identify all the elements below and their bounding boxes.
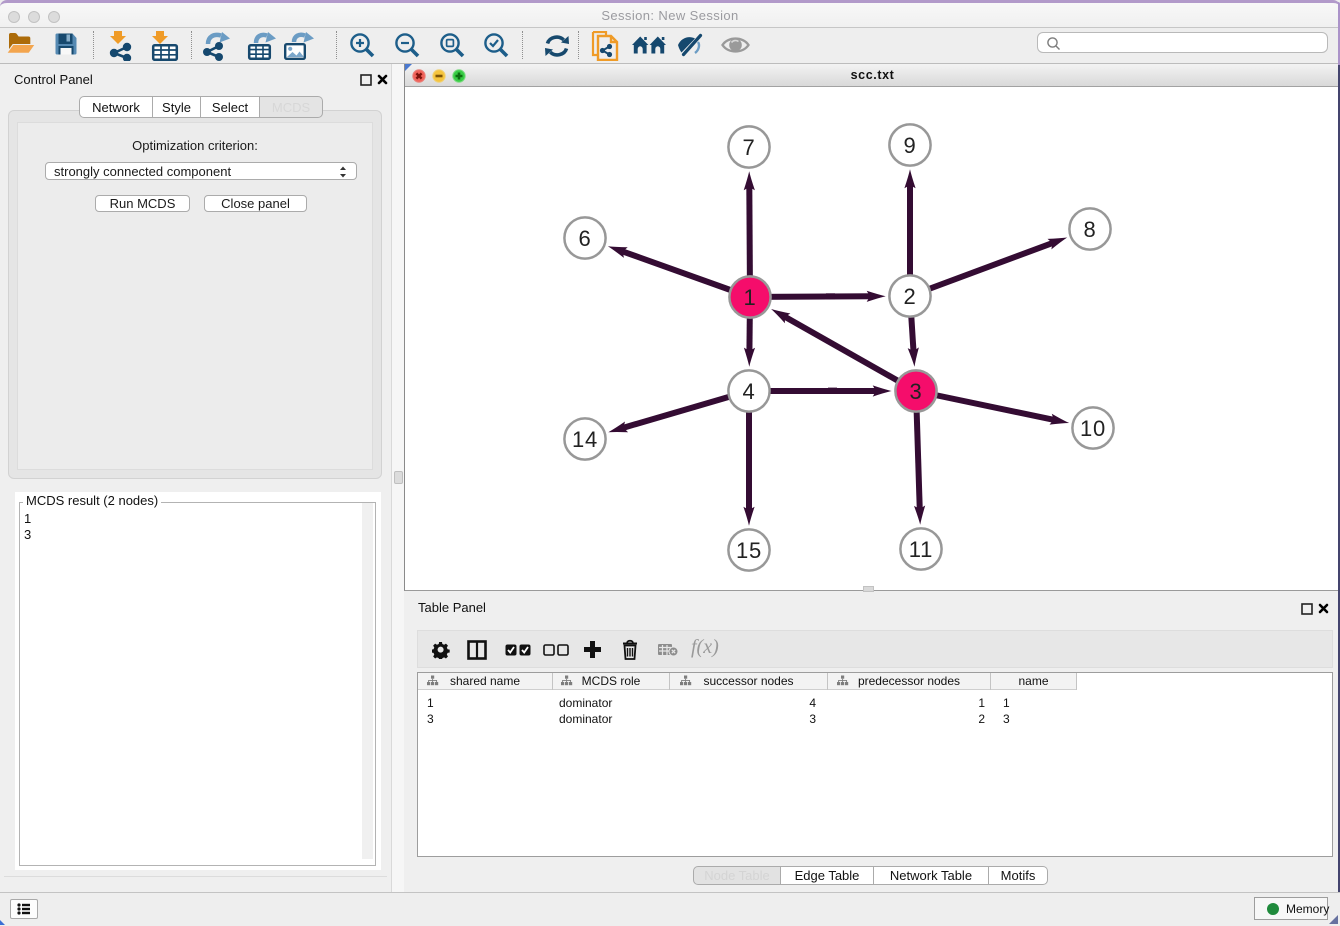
- svg-text:2: 2: [903, 284, 916, 309]
- svg-text:9: 9: [903, 133, 916, 158]
- svg-text:7: 7: [742, 135, 755, 160]
- svg-text:10: 10: [1080, 416, 1106, 441]
- svg-text:3: 3: [909, 379, 922, 404]
- svg-text:14: 14: [572, 427, 598, 452]
- svg-text:6: 6: [578, 226, 591, 251]
- svg-text:15: 15: [736, 538, 762, 563]
- svg-text:8: 8: [1083, 217, 1096, 242]
- svg-text:1: 1: [743, 285, 756, 310]
- svg-text:4: 4: [742, 379, 755, 404]
- svg-text:11: 11: [909, 537, 933, 562]
